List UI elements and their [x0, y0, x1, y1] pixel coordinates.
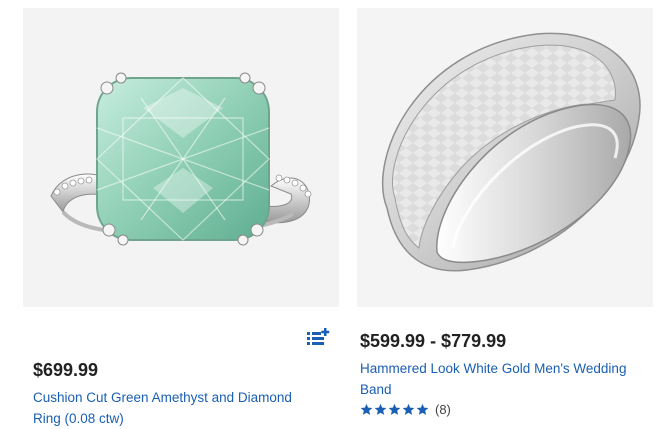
product-image-wedding-band[interactable]: [357, 8, 653, 307]
review-count: (8): [435, 402, 451, 417]
product-price: $699.99: [33, 360, 99, 380]
product-card-wedding-band: $599.99 - $779.99 Hammered Look White Go…: [345, 0, 662, 429]
star-icon: [402, 403, 415, 415]
rating-stars: [360, 403, 429, 416]
product-rating[interactable]: (8): [360, 402, 451, 417]
star-icon: [388, 403, 401, 415]
product-title-link[interactable]: Cushion Cut Green Amethyst and Diamond R…: [33, 387, 323, 429]
star-icon: [416, 403, 429, 415]
green-amethyst-ring-image: [50, 72, 312, 246]
product-title-link[interactable]: Hammered Look White Gold Men's Wedding B…: [360, 358, 650, 400]
product-card-green-amethyst-ring: $699.99 Cushion Cut Green Amethyst and D…: [0, 0, 345, 429]
wedding-band-image: [382, 32, 641, 272]
product-image-green-amethyst-ring[interactable]: [23, 8, 339, 307]
product-price: $599.99 - $779.99: [360, 331, 507, 351]
star-icon: [360, 403, 373, 415]
star-icon: [374, 403, 387, 415]
compare-list-add-icon[interactable]: [306, 327, 330, 349]
